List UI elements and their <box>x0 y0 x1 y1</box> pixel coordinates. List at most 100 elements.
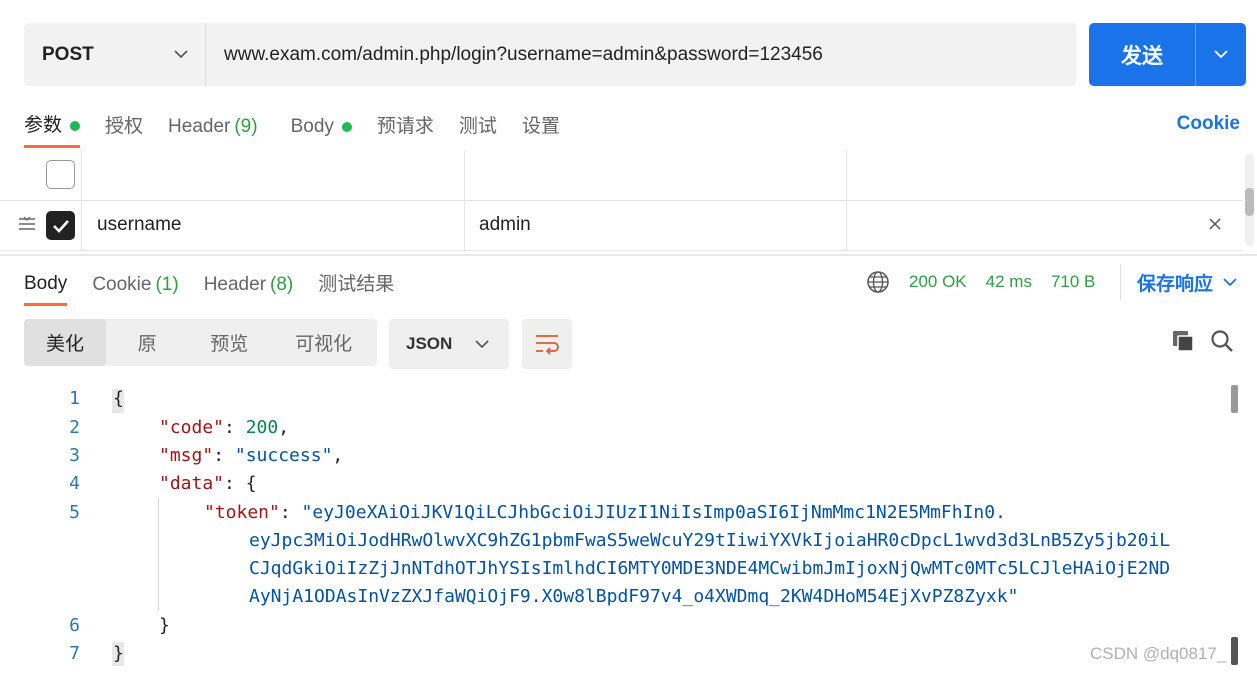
scrollbar-thumb[interactable] <box>1231 385 1238 413</box>
indent-guide <box>158 497 159 611</box>
send-button-group: 发送 <box>1089 23 1246 86</box>
view-mode-pretty[interactable]: 美化 <box>24 319 107 366</box>
line-number: 6 <box>69 615 80 636</box>
json-number: 200 <box>245 417 279 438</box>
scrollbar-thumb[interactable] <box>1245 188 1254 216</box>
copy-icon[interactable] <box>1171 329 1195 358</box>
params-scrollbar[interactable] <box>1245 154 1254 246</box>
request-tabs: 参数 授权 Header (9) Body 预请求 测试 设置 Cookie <box>24 106 1240 150</box>
tab-tests[interactable]: 测试 <box>459 106 497 148</box>
json-string-wrap: AyNjA1ODAsInVzZXJfaWQiOjF9.X0w8lBpdF97v4… <box>249 586 1019 607</box>
globe-icon[interactable] <box>866 270 890 294</box>
tab-settings[interactable]: 设置 <box>522 106 560 148</box>
tab-response-header-count: (8) <box>270 274 294 295</box>
save-response-label: 保存响应 <box>1137 273 1214 295</box>
tab-params-label: 参数 <box>24 114 63 136</box>
tab-params[interactable]: 参数 <box>24 106 81 148</box>
cookie-link[interactable]: Cookie <box>1177 106 1240 142</box>
code-line: "msg": "success", <box>159 445 344 466</box>
json-string: "eyJ0eXAiOiJKV1QiLCJhbGciOiJIUzI1NiIsImp… <box>301 502 1006 523</box>
json-string: "success" <box>234 445 333 466</box>
tab-body[interactable]: Body <box>291 106 352 148</box>
status-dot <box>341 122 352 132</box>
param-value[interactable]: admin <box>479 200 531 249</box>
tab-response-body[interactable]: Body <box>24 264 68 306</box>
close-brace: } <box>159 615 170 636</box>
tab-prerequest[interactable]: 预请求 <box>377 106 434 148</box>
tab-test-results-label: 测试结果 <box>318 274 395 295</box>
pane-divider[interactable] <box>0 254 1257 256</box>
json-string-wrap: eyJpc3MiOiJodHRwOlwvXC9hZG1pbmFwaS5weWcu… <box>249 530 1171 551</box>
json-key: "code" <box>159 417 225 438</box>
method-select[interactable]: POST <box>24 23 206 86</box>
send-options-button[interactable] <box>1195 23 1246 86</box>
wrap-lines-icon <box>536 335 559 355</box>
response-size: 710 B <box>1050 272 1096 291</box>
status-dot <box>70 120 81 131</box>
tab-header[interactable]: Header (9) <box>168 106 258 148</box>
format-label: JSON <box>406 334 453 353</box>
param-key[interactable]: username <box>97 200 182 249</box>
tab-settings-label: 设置 <box>521 116 560 137</box>
line-number: 7 <box>69 643 80 664</box>
tab-response-cookie-label: Cookie <box>92 274 152 295</box>
response-status: 200 OK 42 ms 710 B <box>866 266 1095 298</box>
check-icon <box>52 219 69 233</box>
line-number: 5 <box>69 502 80 523</box>
tab-response-cookie-count: (1) <box>155 274 179 295</box>
tab-response-body-label: Body <box>24 272 68 294</box>
search-icon[interactable] <box>1210 329 1234 358</box>
table-row <box>0 150 1243 201</box>
tab-test-results[interactable]: 测试结果 <box>318 264 394 306</box>
view-mode-preview[interactable]: 预览 <box>188 319 270 366</box>
tab-response-header-label: Header <box>203 274 267 295</box>
response-body-viewer[interactable]: 1 2 3 4 5 6 7 { "code": 200, "msg": "suc… <box>0 385 1225 675</box>
code-line: "token": "eyJ0eXAiOiJKV1QiLCJhbGciOiJIUz… <box>204 502 1006 523</box>
save-response-button[interactable]: 保存响应 <box>1120 264 1237 300</box>
code-line: { <box>113 385 124 413</box>
scrollbar-thumb[interactable] <box>1231 637 1238 665</box>
close-icon[interactable] <box>1207 216 1223 237</box>
chevron-down-icon <box>174 50 188 59</box>
table-row: username admin <box>0 200 1243 251</box>
chevron-down-icon <box>475 339 489 348</box>
row-checkbox[interactable] <box>46 160 75 189</box>
send-button[interactable]: 发送 <box>1089 23 1195 86</box>
view-mode-switch: 美化 原 预览 可视化 <box>24 319 377 366</box>
chevron-down-icon <box>1214 50 1228 59</box>
tab-auth-label: 授权 <box>105 116 144 137</box>
tab-body-label: Body <box>290 116 334 137</box>
json-key: "data" <box>159 473 225 494</box>
word-wrap-button[interactable] <box>522 319 572 369</box>
line-number: 3 <box>69 445 80 466</box>
code-scrollbar[interactable] <box>1231 385 1241 675</box>
tab-prerequest-label: 预请求 <box>376 116 434 137</box>
tab-response-cookie[interactable]: Cookie (1) <box>92 264 178 306</box>
url-input[interactable]: www.exam.com/admin.php/login?username=ad… <box>206 44 1076 66</box>
line-number: 1 <box>69 388 80 409</box>
tab-response-header[interactable]: Header (8) <box>204 264 294 306</box>
close-brace: } <box>113 643 124 664</box>
drag-handle-icon[interactable] <box>18 216 36 237</box>
method-label: POST <box>42 43 94 65</box>
tab-header-label: Header <box>168 116 231 137</box>
view-mode-raw[interactable]: 原 <box>106 319 188 366</box>
code-line: } <box>113 640 124 668</box>
response-tabs: Body Cookie (1) Header (8) 测试结果 <box>24 264 419 308</box>
line-number: 4 <box>69 473 80 494</box>
json-key: "msg" <box>159 445 214 466</box>
tab-header-count: (9) <box>234 116 258 137</box>
tab-tests-label: 测试 <box>458 116 497 137</box>
format-select[interactable]: JSON <box>389 319 509 369</box>
json-key: "token" <box>204 502 280 523</box>
code-line: "code": 200, <box>159 417 290 438</box>
row-checkbox[interactable] <box>46 211 75 240</box>
status-code: 200 OK <box>909 272 967 291</box>
request-bar: POST www.exam.com/admin.php/login?userna… <box>24 23 1076 86</box>
json-string-wrap: CJqdGkiOiIzZjJnNTdhOTJhYSIsImlhdCI6MTY0M… <box>249 558 1171 579</box>
tab-auth[interactable]: 授权 <box>105 106 143 148</box>
line-number: 2 <box>69 417 80 438</box>
view-mode-visualize[interactable]: 可视化 <box>270 319 377 366</box>
watermark: CSDN @dq0817_ <box>1090 644 1227 663</box>
open-brace: { <box>113 388 124 409</box>
